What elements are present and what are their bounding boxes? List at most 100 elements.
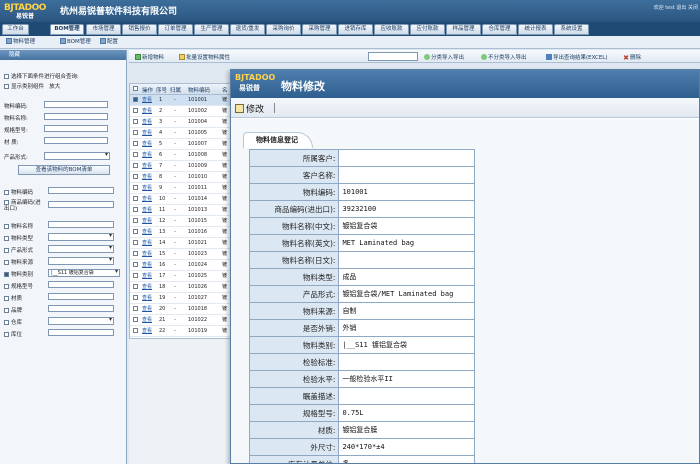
filter-input-location[interactable]	[48, 329, 114, 336]
table-row[interactable]: 查看 16 - 101024 镀	[130, 260, 232, 271]
name-input[interactable]	[44, 113, 108, 120]
filter-checkbox-material[interactable]	[4, 296, 9, 301]
view-link[interactable]: 查看	[142, 95, 152, 105]
filter-checkbox-brand[interactable]	[4, 308, 9, 313]
col-header-action[interactable]: 操作	[142, 86, 153, 94]
view-link[interactable]: 查看	[142, 183, 152, 193]
dialog-titlebar[interactable]: BJTADOO 易锐普 物料修改	[231, 70, 699, 98]
filter-checkbox-hscode[interactable]	[4, 200, 9, 205]
subtab-material[interactable]: 物料管理	[6, 38, 35, 47]
filter-checkbox-type[interactable]	[4, 236, 9, 241]
table-row[interactable]: 查看 1 - 101001 镀	[130, 95, 232, 106]
table-row[interactable]: 查看 7 - 101009 镀	[130, 161, 232, 172]
table-row[interactable]: 查看 8 - 101010 镀	[130, 172, 232, 183]
table-row[interactable]: 查看 13 - 101016 镀	[130, 227, 232, 238]
view-link[interactable]: 查看	[142, 238, 152, 248]
row-checkbox[interactable]	[133, 328, 138, 333]
view-link[interactable]: 查看	[142, 117, 152, 127]
table-row[interactable]: 查看 2 - 101002 镀	[130, 106, 232, 117]
view-link[interactable]: 查看	[142, 260, 152, 270]
view-link[interactable]: 查看	[142, 216, 152, 226]
table-row[interactable]: 查看 15 - 101023 镀	[130, 249, 232, 260]
nav-tab-production[interactable]: 生产管理	[194, 24, 229, 35]
filter-checkbox-form[interactable]	[4, 248, 9, 253]
nav-tab-bom[interactable]: BOM管理	[50, 24, 84, 35]
table-row[interactable]: 查看 5 - 101007 镀	[130, 139, 232, 150]
row-checkbox[interactable]	[133, 295, 138, 300]
nav-tab-receivable[interactable]: 应收账款	[374, 24, 409, 35]
view-link[interactable]: 查看	[142, 282, 152, 292]
nocategory-import-export-button[interactable]: 不分类导入导出	[481, 53, 527, 61]
filter-checkbox-warehouse[interactable]	[4, 320, 9, 325]
view-link[interactable]: 查看	[142, 293, 152, 303]
row-checkbox[interactable]	[133, 152, 138, 157]
row-checkbox[interactable]	[133, 207, 138, 212]
nav-tab-workbench[interactable]: 工作台	[2, 24, 29, 35]
filter-input-brand[interactable]	[48, 305, 114, 312]
filter-checkbox-location[interactable]	[4, 332, 9, 337]
filter-select-form[interactable]	[48, 245, 114, 253]
nav-tab-inventory[interactable]: 进销存库	[338, 24, 373, 35]
row-checkbox[interactable]	[133, 141, 138, 146]
nav-tab-purchase[interactable]: 采购管理	[302, 24, 337, 35]
filter-select-source[interactable]	[48, 257, 114, 265]
nav-tab-return[interactable]: 退货/重发	[230, 24, 265, 35]
row-checkbox[interactable]	[133, 306, 138, 311]
export-excel-button[interactable]: 导出查询结果(EXCEL)	[546, 53, 608, 61]
filter-checkbox-category[interactable]	[4, 272, 9, 277]
row-checkbox[interactable]	[133, 251, 138, 256]
row-checkbox[interactable]	[133, 240, 138, 245]
col-header-owner[interactable]: 归属	[170, 86, 181, 94]
product-form-select[interactable]	[44, 152, 110, 160]
nav-tab-payable[interactable]: 应付账款	[410, 24, 445, 35]
zoom-link[interactable]: 放大	[49, 84, 60, 90]
view-link[interactable]: 查看	[142, 106, 152, 116]
section-tab-material-info[interactable]: 物料信息登记	[243, 132, 313, 148]
view-link[interactable]: 查看	[142, 172, 152, 182]
filter-select-warehouse[interactable]	[48, 317, 114, 325]
view-link[interactable]: 查看	[142, 194, 152, 204]
row-checkbox[interactable]	[133, 284, 138, 289]
row-checkbox[interactable]	[133, 163, 138, 168]
category-import-export-button[interactable]: 分类导入导出	[424, 53, 464, 61]
col-header-name[interactable]: 名	[222, 86, 228, 94]
table-row[interactable]: 查看 11 - 101013 镀	[130, 205, 232, 216]
view-link[interactable]: 查看	[142, 128, 152, 138]
nav-tab-quote[interactable]: 销售报价	[122, 24, 157, 35]
filter-input-hscode[interactable]	[48, 201, 114, 208]
table-row[interactable]: 查看 19 - 101027 镀	[130, 293, 232, 304]
add-material-button[interactable]: 新增物料	[135, 53, 164, 61]
subtab-config[interactable]: 配置	[100, 38, 118, 47]
row-checkbox[interactable]	[133, 262, 138, 267]
spec-input[interactable]	[44, 125, 108, 132]
row-checkbox[interactable]	[133, 229, 138, 234]
view-link[interactable]: 查看	[142, 161, 152, 171]
view-link[interactable]: 查看	[142, 326, 152, 336]
row-checkbox[interactable]	[133, 119, 138, 124]
nav-tab-market[interactable]: 市场管理	[86, 24, 121, 35]
nav-tab-purchase-inquiry[interactable]: 采购询价	[266, 24, 301, 35]
filter-checkbox-name[interactable]	[4, 224, 9, 229]
row-checkbox[interactable]	[133, 196, 138, 201]
material-input[interactable]	[44, 137, 108, 144]
filter-input-spec[interactable]	[48, 281, 114, 288]
table-row[interactable]: 查看 9 - 101011 镀	[130, 183, 232, 194]
filter-checkbox-code[interactable]	[4, 190, 9, 195]
row-checkbox[interactable]	[133, 174, 138, 179]
table-row[interactable]: 查看 20 - 101018 镀	[130, 304, 232, 315]
view-link[interactable]: 查看	[142, 150, 152, 160]
filter-input-name[interactable]	[48, 221, 114, 228]
show-category-checkbox[interactable]	[4, 84, 9, 89]
code-input[interactable]	[44, 101, 108, 108]
view-link[interactable]: 查看	[142, 139, 152, 149]
row-checkbox[interactable]	[133, 273, 138, 278]
view-link[interactable]: 查看	[142, 304, 152, 314]
hint-checkbox[interactable]	[4, 74, 9, 79]
nav-tab-reports[interactable]: 统计报表	[518, 24, 553, 35]
nav-tab-settings[interactable]: 系统设置	[554, 24, 589, 35]
row-checkbox[interactable]	[133, 185, 138, 190]
filter-input-material[interactable]	[48, 293, 114, 300]
view-link[interactable]: 查看	[142, 227, 152, 237]
subtab-bom[interactable]: BOM管理	[60, 38, 91, 47]
batch-attribute-select[interactable]	[368, 52, 418, 61]
